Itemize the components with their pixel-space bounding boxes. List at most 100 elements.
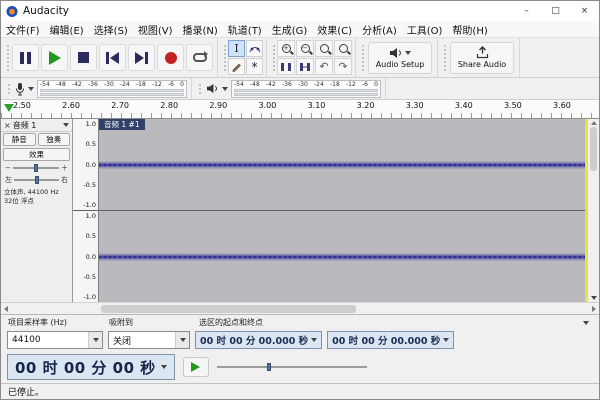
share-audio-button[interactable]: Share Audio (450, 42, 514, 74)
chevron-down-icon[interactable] (311, 338, 317, 342)
chevron-down-icon[interactable] (88, 332, 102, 348)
envelope-tool-button[interactable] (246, 40, 263, 57)
i-beam-icon: I (234, 43, 238, 54)
zoom-toggle-button[interactable] (334, 40, 352, 57)
maximize-button[interactable]: □ (541, 1, 570, 21)
menu-item[interactable]: 效果(C) (312, 22, 357, 37)
menu-item[interactable]: 生成(G) (267, 22, 313, 37)
skip-to-end-button[interactable] (128, 44, 155, 71)
menu-item[interactable]: 文件(F) (1, 22, 45, 37)
gain-slider[interactable]: − ＋ (1, 162, 72, 174)
snap-to-combobox[interactable]: 关闭 (108, 331, 190, 349)
horizontal-scrollbar[interactable] (1, 302, 599, 314)
selection-tool-button[interactable]: I (228, 40, 245, 57)
play-speed-thumb[interactable] (267, 363, 271, 371)
menu-item[interactable]: 播录(N) (178, 22, 223, 37)
recording-meter[interactable]: -54-48-42-36-30-24-18-12-60 (37, 80, 187, 98)
pan-slider-track[interactable] (14, 179, 59, 181)
close-button[interactable]: × (570, 1, 599, 21)
audio-setup-button[interactable]: Audio Setup (368, 42, 432, 74)
menu-item[interactable]: 视图(V) (133, 22, 178, 37)
solo-button[interactable]: 独奏 (38, 133, 71, 146)
effects-button[interactable]: 效果 (3, 148, 70, 161)
menu-item[interactable]: 分析(A) (357, 22, 402, 37)
chevron-down-icon[interactable] (161, 365, 167, 369)
vertical-scrollbar[interactable] (587, 119, 599, 302)
upload-icon (476, 46, 489, 59)
scroll-right-icon[interactable] (592, 306, 596, 312)
track-format-line2: 32位 浮点 (4, 197, 69, 206)
menu-item[interactable]: 工具(O) (402, 22, 448, 37)
gain-slider-thumb[interactable] (34, 164, 38, 172)
waveform-left-channel[interactable] (99, 119, 585, 211)
pause-button[interactable] (12, 44, 39, 71)
selection-start-field[interactable]: 00 时 00 分 00.000 秒 (195, 331, 322, 349)
play-button[interactable] (41, 44, 68, 71)
speaker-icon[interactable] (206, 83, 219, 94)
stop-button[interactable] (70, 44, 97, 71)
gain-slider-track[interactable] (13, 167, 59, 169)
scale-label: -0.5 (83, 273, 96, 281)
trim-audio-button[interactable] (277, 58, 295, 75)
waveform-canvas[interactable]: 音频 1 #1 (99, 119, 587, 302)
play-speed-slider[interactable] (217, 360, 367, 374)
horizontal-scroll-thumb[interactable] (101, 305, 356, 313)
menu-item[interactable]: 帮助(H) (447, 22, 492, 37)
audio-position-field[interactable]: 00 时 00 分 00 秒 (7, 354, 175, 380)
track-close-button[interactable]: × (4, 121, 11, 130)
selection-mode-dropdown[interactable]: 选区的起点和终点 (199, 317, 599, 328)
vertical-scroll-thumb[interactable] (590, 127, 597, 171)
skip-to-start-button[interactable] (99, 44, 126, 71)
snap-to-label: 吸附到 (109, 317, 199, 328)
skip-to-start-icon (106, 52, 119, 64)
toolbar-grip[interactable] (360, 44, 365, 71)
mute-button[interactable]: 静音 (3, 133, 36, 146)
track-name[interactable]: 音频 1 (13, 120, 61, 131)
minimize-button[interactable]: – (512, 1, 541, 21)
toolbar-grip[interactable] (197, 83, 202, 94)
meter-scale-label: -48 (250, 82, 260, 88)
record-button[interactable] (157, 44, 184, 71)
chevron-down-icon (583, 321, 589, 325)
track-name-badge[interactable]: 音频 1 #1 (99, 119, 145, 130)
toolbar-grip[interactable] (6, 83, 11, 94)
silence-audio-button[interactable] (296, 58, 314, 75)
toolbar-grip[interactable] (271, 44, 276, 71)
zoom-selection-button[interactable] (315, 40, 333, 57)
menu-item[interactable]: 选择(S) (89, 22, 133, 37)
chevron-down-icon[interactable] (28, 87, 34, 91)
microphone-icon[interactable] (15, 82, 25, 96)
waveform-right-channel[interactable] (99, 211, 585, 302)
pan-slider[interactable]: 左 右 (1, 174, 72, 186)
loop-button[interactable] (186, 44, 213, 71)
pan-slider-thumb[interactable] (35, 176, 39, 184)
redo-button[interactable]: ↷ (334, 58, 352, 75)
menu-item[interactable]: 轨道(T) (223, 22, 267, 37)
project-rate-combobox[interactable]: 44100 (7, 331, 103, 349)
scroll-left-icon[interactable] (4, 306, 8, 312)
menu-item[interactable]: 编辑(E) (45, 22, 89, 37)
draw-tool-button[interactable] (228, 58, 245, 75)
multi-tool-button[interactable]: * (246, 58, 263, 75)
toolbar-grip[interactable] (222, 44, 227, 71)
redo-icon: ↷ (338, 61, 347, 72)
play-speed-track[interactable] (217, 366, 367, 368)
undo-button[interactable]: ↶ (315, 58, 333, 75)
track-menu-icon[interactable] (63, 123, 69, 127)
zoom-out-button[interactable]: − (296, 40, 314, 57)
play-at-speed-button[interactable] (183, 357, 209, 377)
play-icon (49, 51, 61, 65)
timeline-ruler[interactable]: 2.502.602.702.802.903.003.103.203.303.40… (1, 100, 599, 119)
scroll-up-icon[interactable] (591, 121, 597, 125)
vertical-scale-ruler[interactable]: 1.0 0.5 0.0 -0.5 -1.0 1.0 0.5 0.0 -0.5 -… (73, 119, 99, 302)
speaker-icon (389, 47, 403, 59)
scroll-down-icon[interactable] (591, 296, 597, 300)
zoom-in-button[interactable]: + (277, 40, 295, 57)
selection-end-field[interactable]: 00 时 00 分 00.000 秒 (327, 331, 454, 349)
playback-meter[interactable]: -54-48-42-36-30-24-18-12-60 (231, 80, 381, 98)
toolbar-grip[interactable] (442, 44, 447, 71)
chevron-down-icon[interactable] (222, 87, 228, 91)
chevron-down-icon[interactable] (175, 332, 189, 348)
chevron-down-icon[interactable] (443, 338, 449, 342)
toolbar-grip[interactable] (5, 44, 10, 71)
